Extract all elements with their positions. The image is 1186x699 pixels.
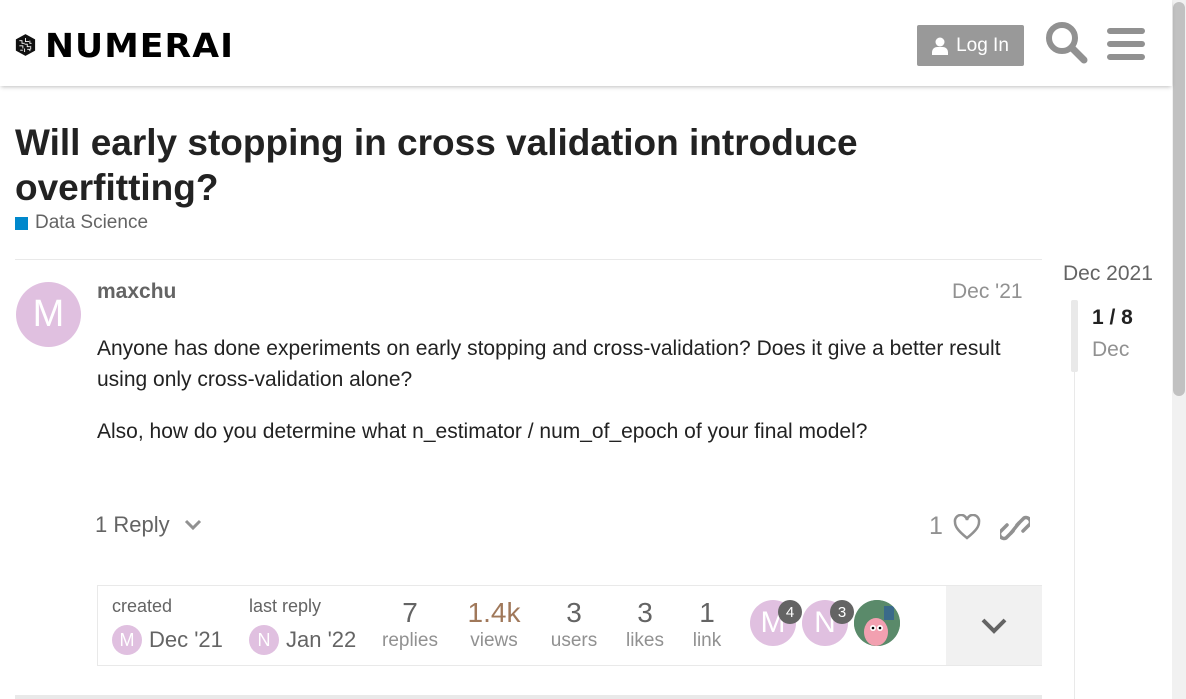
category-badge[interactable]: Data Science <box>15 212 148 234</box>
stat-number: 3 <box>637 597 653 628</box>
user-icon <box>932 37 949 55</box>
topic-map: created M Dec '21 last reply N Jan '22 7… <box>97 585 1042 666</box>
last-reply-info[interactable]: N Jan '22 <box>249 625 356 655</box>
login-button[interactable]: Log In <box>917 25 1024 66</box>
post-paragraph: Also, how do you determine what n_estima… <box>97 420 868 443</box>
heart-icon <box>953 513 981 540</box>
hamburger-menu-icon[interactable] <box>1106 24 1146 64</box>
stat-links[interactable]: 1 link <box>686 598 728 652</box>
stat-label: link <box>692 630 722 651</box>
stat-label: users <box>550 630 598 651</box>
last-reply-date: Jan '22 <box>286 627 357 652</box>
category-color-square <box>15 216 28 230</box>
stat-number: 3 <box>566 597 582 628</box>
participant-post-count: 4 <box>778 600 802 624</box>
category-label: Data Science <box>35 212 149 233</box>
reply-count-label: 1 Reply <box>95 512 170 537</box>
stat-label: likes <box>625 630 664 651</box>
post-paragraph: Anyone has done experiments on early sto… <box>97 337 1001 391</box>
scrollbar-thumb[interactable] <box>1173 2 1185 396</box>
post-date[interactable]: Dec '21 <box>952 280 1023 304</box>
topic-title[interactable]: Will early stopping in cross validation … <box>15 120 945 210</box>
like-button[interactable]: 1 <box>929 512 981 541</box>
stat-number: 1 <box>699 597 715 628</box>
chevron-down-icon <box>184 519 201 531</box>
avatar-letter: M <box>32 293 65 335</box>
stat-replies: 7 replies <box>378 598 442 652</box>
site-header: NUMERAI Log In <box>0 0 1172 86</box>
participant-avatar[interactable] <box>854 600 900 646</box>
stat-users: 3 users <box>546 598 602 652</box>
timeline-scroller-handle[interactable] <box>1071 300 1078 372</box>
stat-number: 1.4k <box>467 597 521 628</box>
created-info[interactable]: M Dec '21 <box>112 625 223 655</box>
timeline-position: 1 / 8 <box>1092 306 1133 329</box>
chevron-down-icon <box>981 618 1007 634</box>
avatar[interactable]: M <box>16 282 81 347</box>
next-post-divider <box>15 695 1042 699</box>
stat-label: replies <box>382 630 438 651</box>
stat-number: 7 <box>402 597 418 628</box>
logo-text: NUMERAI <box>44 25 235 65</box>
post-username[interactable]: maxchu <box>97 280 176 304</box>
cartoon-avatar-icon <box>854 600 900 646</box>
login-label: Log In <box>956 34 1009 56</box>
timeline-current-date: Dec <box>1092 338 1130 361</box>
stat-label: views <box>470 630 518 651</box>
link-icon[interactable] <box>1000 512 1030 544</box>
avatar: M <box>112 625 142 655</box>
stat-views: 1.4k views <box>461 598 527 652</box>
post-content: Anyone has done experiments on early sto… <box>97 333 1017 468</box>
like-count: 1 <box>929 512 943 540</box>
timeline-start-date[interactable]: Dec 2021 <box>1063 262 1153 286</box>
numerai-logo-icon <box>15 34 36 56</box>
created-label: created <box>112 596 173 616</box>
stat-likes: 3 likes <box>618 598 672 652</box>
show-replies-button[interactable]: 1 Reply <box>95 512 202 538</box>
page-scrollbar[interactable] <box>1172 0 1186 699</box>
numerai-logo[interactable]: NUMERAI <box>15 17 233 73</box>
last-reply-label: last reply <box>249 596 322 616</box>
avatar: N <box>249 625 279 655</box>
participant-post-count: 3 <box>830 600 854 624</box>
created-date: Dec '21 <box>149 627 223 652</box>
expand-topic-map-button[interactable] <box>946 586 1042 665</box>
search-icon[interactable] <box>1044 20 1088 64</box>
